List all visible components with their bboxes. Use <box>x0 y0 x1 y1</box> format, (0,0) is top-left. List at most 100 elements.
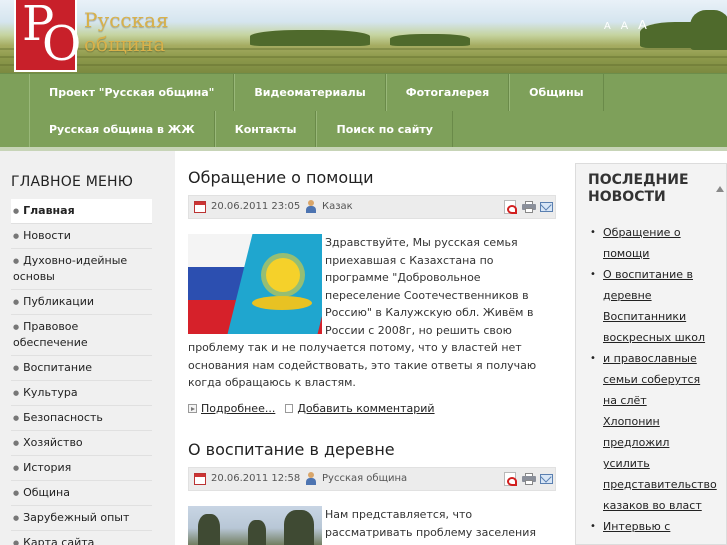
site-name-line1: Русская <box>84 8 169 32</box>
add-comment-link[interactable]: Добавить комментарий <box>297 402 434 415</box>
main-nav: Проект "Русская община" Видеоматериалы Ф… <box>0 73 727 148</box>
menu-item-label: Публикации <box>23 295 95 308</box>
main-menu-title: ГЛАВНОЕ МЕНЮ <box>11 174 134 190</box>
calendar-icon <box>194 201 206 213</box>
user-icon <box>305 200 317 213</box>
news-item-link[interactable]: и православные семьи соберутся на слёт <box>603 352 700 407</box>
menu-item-label: Главная <box>23 204 75 217</box>
menu-item-label: Воспитание <box>23 361 93 374</box>
menu-item-sitemap[interactable]: ● Карта сайта <box>11 531 152 545</box>
bullet-icon: ● <box>13 539 20 545</box>
email-icon[interactable] <box>540 202 553 212</box>
logo-letter-o: О <box>42 16 82 72</box>
site-logo[interactable]: Р О <box>14 0 81 72</box>
bullet-icon: ● <box>13 323 20 331</box>
font-size-medium[interactable]: A <box>621 20 628 32</box>
site-name-line2: община <box>84 32 166 56</box>
menu-item-label: История <box>23 461 72 474</box>
bullet-icon: ● <box>13 389 20 397</box>
menu-item-label: Культура <box>23 386 78 399</box>
article-image-village <box>188 506 322 545</box>
menu-item-foreign[interactable]: ● Зарубежный опыт <box>11 506 152 531</box>
font-size-switcher: A A A <box>604 17 654 32</box>
tree-line <box>250 30 370 46</box>
bullet-icon: ● <box>13 232 20 240</box>
menu-item-culture[interactable]: ● Культура <box>11 381 152 406</box>
article-date: 20.06.2011 23:05 <box>211 201 301 212</box>
bullet-icon: ● <box>13 364 20 372</box>
news-item-link[interactable]: Воспитанники воскресных школ <box>603 310 705 344</box>
nav-item-communities[interactable]: Общины <box>509 74 604 111</box>
latest-news-list: • Обращение о помощи • О воспитание в дере… <box>590 222 717 537</box>
news-item-link[interactable]: Обращение о помощи <box>603 226 681 260</box>
menu-item-label: Община <box>23 486 70 499</box>
menu-item-economy[interactable]: ● Хозяйство <box>11 431 152 456</box>
news-item-link[interactable]: О воспитание в деревне <box>603 268 693 302</box>
news-item[interactable]: • и православные семьи соберутся на слёт <box>590 348 714 411</box>
news-item[interactable]: • Интервью с <box>590 516 714 537</box>
menu-item-publications[interactable]: ● Публикации <box>11 290 152 315</box>
bullet-icon: ● <box>13 257 20 265</box>
menu-item-label: Новости <box>23 229 71 242</box>
news-item[interactable]: Хлопонин предложил усилить представитель… <box>590 411 717 516</box>
article-title[interactable]: Обращение о помощи <box>188 168 374 187</box>
scroll-up-icon[interactable] <box>716 186 724 192</box>
nav-item-video[interactable]: Видеоматериалы <box>234 74 386 111</box>
bullet-icon: • <box>590 269 596 280</box>
font-size-small[interactable]: A <box>604 21 611 32</box>
news-item[interactable]: Воспитанники воскресных школ <box>590 306 714 348</box>
bullet-icon: ● <box>13 414 20 422</box>
menu-item-label: Безопасность <box>23 411 103 424</box>
pdf-icon[interactable] <box>504 200 517 214</box>
menu-item-community[interactable]: ● Община <box>11 481 152 506</box>
article-author: Русская община <box>322 473 408 484</box>
nav-item-photo[interactable]: Фотогалерея <box>385 74 510 111</box>
menu-item-upbringing[interactable]: ● Воспитание <box>11 356 152 381</box>
pdf-icon[interactable] <box>504 472 517 486</box>
site-header: Р О Русская община A A A <box>0 0 727 73</box>
bullet-icon: ● <box>13 489 20 497</box>
article-title[interactable]: О воспитание в деревне <box>188 440 395 459</box>
menu-item-security[interactable]: ● Безопасность <box>11 406 152 431</box>
print-icon[interactable] <box>522 201 536 213</box>
bullet-icon: ● <box>13 207 20 215</box>
menu-item-news[interactable]: ● Новости <box>11 224 152 249</box>
nav-item-contacts[interactable]: Контакты <box>214 111 317 148</box>
bullet-icon: • <box>590 227 596 238</box>
news-item[interactable]: • Обращение о помощи <box>590 222 714 264</box>
nav-item-livejournal[interactable]: Русская община в ЖЖ <box>29 111 215 148</box>
nav-item-project[interactable]: Проект "Русская община" <box>29 74 235 111</box>
article-links: Подробнее... Добавить комментарий <box>188 402 435 415</box>
nav-row-1: Проект "Русская община" Видеоматериалы Ф… <box>29 74 604 111</box>
bullet-icon: ● <box>13 514 20 522</box>
menu-item-ideology[interactable]: ● Духовно-идейные основы <box>11 249 152 290</box>
article-meta: 20.06.2011 23:05 Казак <box>188 195 556 219</box>
site-name[interactable]: Русская община <box>84 8 169 56</box>
bullet-icon: • <box>590 353 596 364</box>
menu-item-legal[interactable]: ● Правовое обеспечение <box>11 315 152 356</box>
news-item-link[interactable]: Хлопонин предложил усилить представитель… <box>603 415 717 512</box>
comment-icon <box>285 404 294 413</box>
menu-item-label: Духовно-идейные основы <box>13 254 128 283</box>
news-item[interactable]: • О воспитание в деревне <box>590 264 714 306</box>
menu-item-home[interactable]: ● Главная <box>11 199 152 224</box>
bullet-icon: • <box>590 521 596 532</box>
menu-item-label: Карта сайта <box>23 536 95 545</box>
menu-item-label: Правовое обеспечение <box>13 320 88 349</box>
field-stripe <box>0 56 727 58</box>
print-icon[interactable] <box>522 473 536 485</box>
nav-item-search[interactable]: Поиск по сайту <box>316 111 453 148</box>
news-item-link[interactable]: Интервью с <box>603 520 670 533</box>
read-more-link[interactable]: Подробнее... <box>201 402 275 415</box>
right-sidebar: ПОСЛЕДНИЕ НОВОСТИ • Обращение о помощи • О… <box>575 163 727 545</box>
menu-item-history[interactable]: ● История <box>11 456 152 481</box>
main-menu: ● Главная ● Новости ● Духовно-идейные основ… <box>11 199 152 545</box>
user-icon <box>305 472 317 485</box>
article-body: Нам представляется, что рассматривать пр… <box>188 506 558 545</box>
font-size-large[interactable]: A <box>638 17 647 32</box>
email-icon[interactable] <box>540 474 553 484</box>
field-stripe <box>0 64 727 66</box>
article-meta: 20.06.2011 12:58 Русская община <box>188 467 556 491</box>
bullet-icon: ● <box>13 464 20 472</box>
tree <box>690 10 727 50</box>
